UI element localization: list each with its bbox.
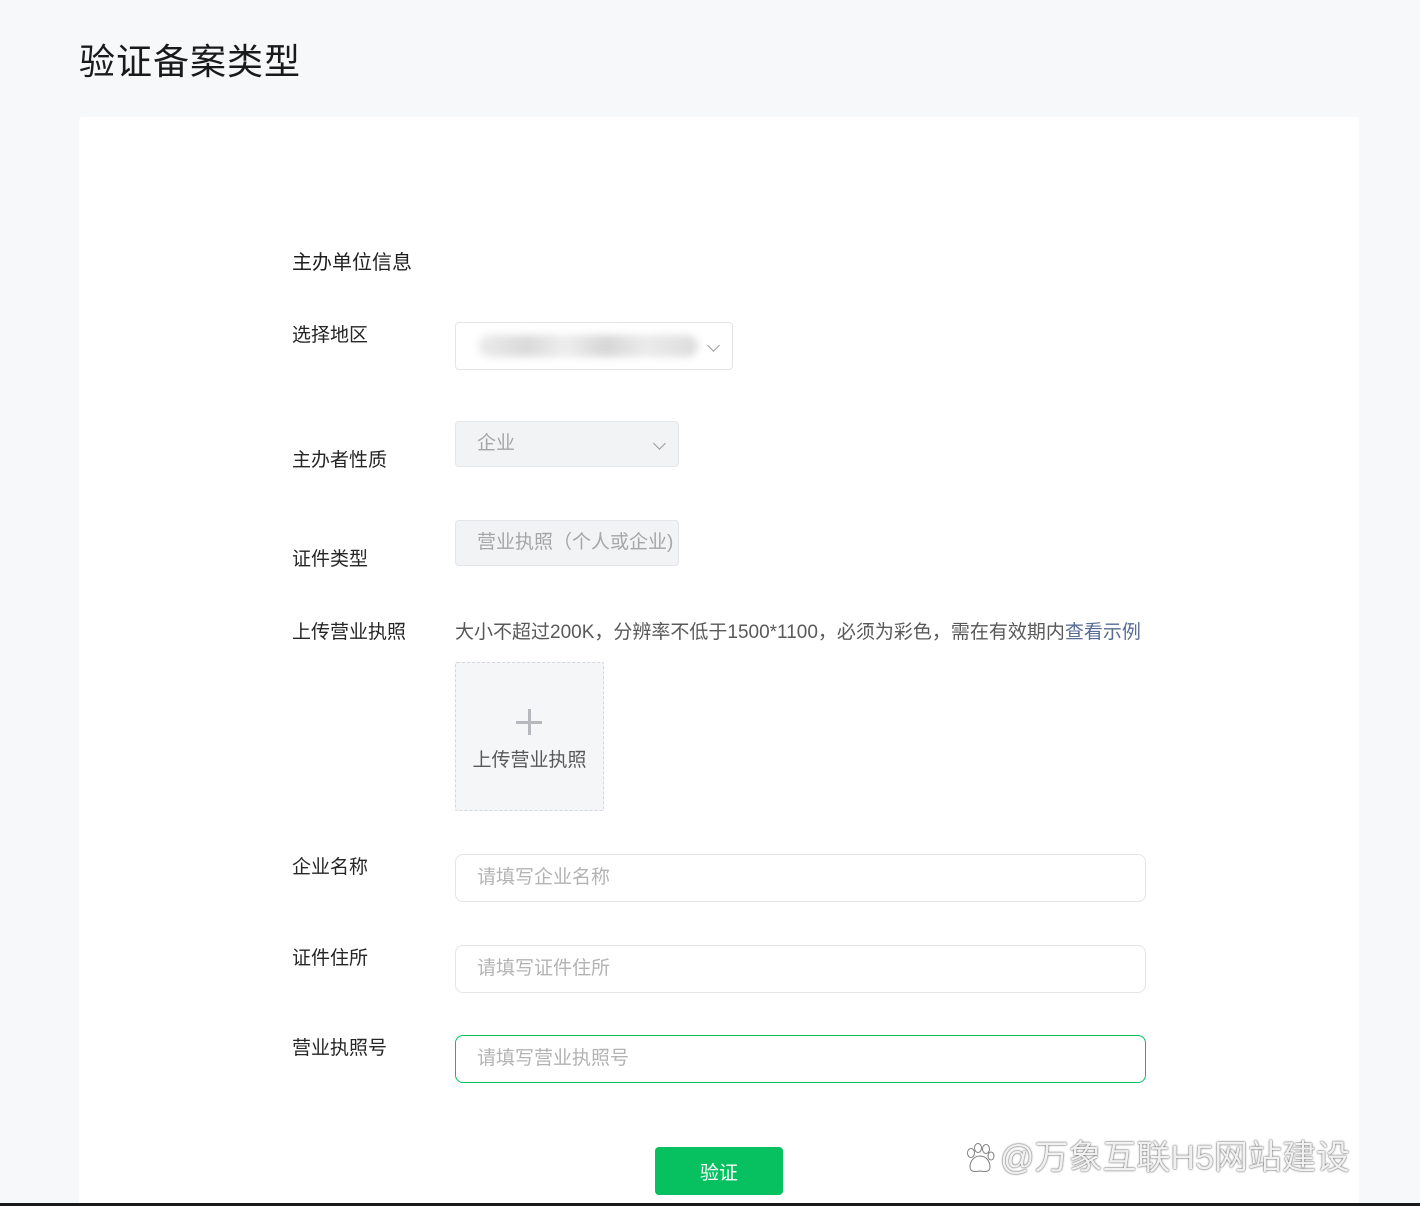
company-name-input[interactable] (455, 854, 1146, 902)
verify-button[interactable]: 验证 (655, 1147, 783, 1195)
paw-icon (967, 1143, 995, 1172)
plus-icon (516, 709, 542, 735)
cert-address-input[interactable] (455, 945, 1146, 993)
sponsor-nature-label: 主办者性质 (292, 450, 388, 471)
upload-hint-text: 大小不超过200K，分辨率不低于1500*1100，必须为彩色，需在有效期内 (455, 622, 1065, 643)
region-select[interactable] (455, 322, 733, 370)
cert-address-label: 证件住所 (292, 948, 369, 969)
license-upload-label: 上传营业执照 (292, 622, 407, 643)
upload-license-label: 上传营业执照 (472, 750, 587, 771)
section-title: 主办单位信息 (292, 252, 412, 274)
watermark-text: @万象互联H5网站建设 (1000, 1139, 1350, 1177)
chevron-down-icon (707, 339, 720, 352)
company-name-label: 企业名称 (292, 857, 369, 878)
cert-type-select: 营业执照（个人或企业) (455, 520, 679, 566)
watermark: @万象互联H5网站建设 (962, 1136, 1350, 1180)
license-number-label: 营业执照号 (292, 1038, 388, 1059)
sponsor-nature-value: 企业 (477, 433, 516, 454)
form-card: 主办单位信息 选择地区 主办者性质 企业 证件类型 营业执照（个人或企业) 上传… (79, 117, 1359, 1206)
region-value-blurred (478, 335, 698, 357)
upload-license-button[interactable]: 上传营业执照 (455, 662, 604, 811)
chevron-down-icon (653, 437, 666, 450)
cert-type-value: 营业执照（个人或企业) (477, 532, 674, 553)
upload-hint: 大小不超过200K，分辨率不低于1500*1100，必须为彩色，需在有效期内查看… (455, 619, 1141, 647)
region-label: 选择地区 (292, 325, 369, 346)
sponsor-nature-select: 企业 (455, 421, 679, 467)
page-title: 验证备案类型 (79, 41, 302, 82)
cert-type-label: 证件类型 (292, 549, 369, 570)
view-example-link[interactable]: 查看示例 (1065, 622, 1141, 643)
license-number-input[interactable] (455, 1035, 1146, 1083)
